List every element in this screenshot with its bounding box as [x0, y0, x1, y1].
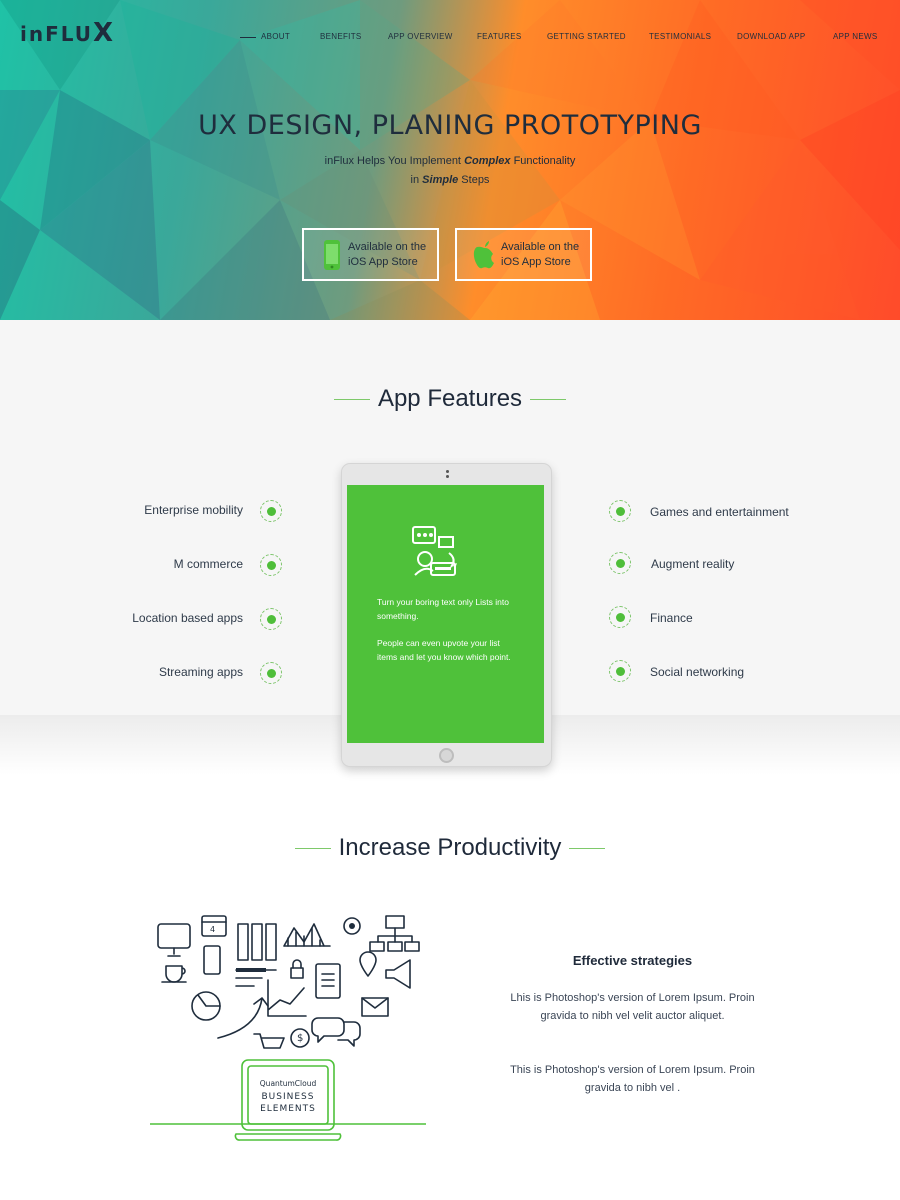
feature-location-based-apps: Location based apps	[132, 611, 243, 625]
tablet-mockup: Turn your boring text only Lists into so…	[341, 463, 552, 767]
hero-section: inFLUX ABOUT BENEFITS APP OVERVIEW FEATU…	[0, 0, 900, 320]
app-store-button-1[interactable]: Available on the iOS App Store	[302, 228, 439, 281]
strategy-title: Effective strategies	[572, 953, 693, 968]
store-button-line1: Available on the	[501, 241, 580, 253]
feature-bullet-icon	[609, 606, 631, 628]
clipboard-icon	[315, 963, 341, 999]
nav-item-download-app[interactable]: DOWNLOAD APP	[737, 32, 806, 41]
apple-icon	[473, 241, 494, 269]
chat-icon	[311, 1017, 345, 1043]
illustration-line2: ELEMENTS	[260, 1104, 316, 1114]
features-title: App Features	[0, 385, 900, 413]
feature-bullet-icon	[609, 660, 631, 682]
feature-finance: Finance	[650, 611, 693, 625]
nav-item-benefits[interactable]: BENEFITS	[320, 32, 362, 41]
tablet-home-button	[439, 748, 454, 763]
lock-icon	[290, 967, 304, 979]
illustration-line1: BUSINESS	[262, 1092, 315, 1102]
app-store-button-2[interactable]: Available on the iOS App Store	[455, 228, 592, 281]
title-right-rule	[569, 848, 606, 850]
workflow-icon	[412, 526, 457, 576]
org-chart-icon	[385, 915, 405, 929]
binder-icon	[237, 923, 249, 961]
feature-bullet-icon	[260, 608, 282, 630]
store-button-line2: iOS App Store	[501, 256, 571, 268]
tablet-screen: Turn your boring text only Lists into so…	[347, 485, 544, 743]
growth-chart-icon	[267, 979, 307, 1017]
calendar-day-text: 4	[210, 925, 215, 934]
title-right-rule	[530, 399, 567, 401]
store-button-line1: Available on the	[348, 241, 427, 253]
feature-bullet-icon	[609, 552, 631, 574]
tablet-sensor	[446, 475, 449, 478]
feature-enterprise-mobility: Enterprise mobility	[144, 503, 243, 517]
nav-item-app-overview[interactable]: APP OVERVIEW	[388, 32, 453, 41]
coffee-cup-icon	[165, 965, 186, 983]
dollar-sign: $	[297, 1033, 303, 1044]
feature-streaming-apps: Streaming apps	[158, 665, 243, 679]
tablet-camera	[446, 470, 449, 473]
monitor-icon	[157, 923, 191, 949]
strategy-paragraph-2: This is Photoshop's version of Lorem Ips…	[510, 1064, 755, 1094]
megaphone-icon	[385, 959, 411, 989]
nav-item-testimonials[interactable]: TESTIMONIALS	[649, 32, 711, 41]
strategy-paragraph-1: Lhis is Photoshop's version of Lorem Ips…	[510, 992, 755, 1022]
nav-active-indicator	[240, 37, 256, 38]
feature-augment-reality: Augment reality	[651, 557, 735, 571]
hero-title: UX DESIGN, PLANING PROTOTYPING	[198, 110, 702, 141]
business-elements-illustration: 4 $ QuantumCloud BUSINESS ELEMENTS	[150, 915, 426, 1141]
feature-games-and-entertainment: Games and entertainment	[650, 505, 789, 519]
title-left-rule	[333, 399, 370, 401]
location-pin-icon	[359, 951, 377, 977]
illustration-brand: QuantumCloud	[260, 1079, 317, 1088]
feature-bullet-icon	[260, 554, 282, 576]
feature-social-networking: Social networking	[650, 665, 745, 679]
feature-bullet-icon	[260, 662, 282, 684]
nav-item-features[interactable]: FEATURES	[477, 32, 521, 41]
growth-arrow-icon	[217, 997, 269, 1039]
main-nav: ABOUT BENEFITS APP OVERVIEW FEATURES GET…	[0, 32, 900, 44]
tablet-text-2: People can even upvote your list items a…	[377, 638, 511, 662]
phone-outline-icon	[203, 945, 221, 975]
nav-item-about[interactable]: ABOUT	[261, 32, 290, 41]
store-button-line2: iOS App Store	[348, 256, 418, 268]
feature-bullet-icon	[609, 500, 631, 522]
nav-item-app-news[interactable]: APP NEWS	[833, 32, 878, 41]
tablet-text-1: Turn your boring text only Lists into so…	[377, 597, 509, 621]
title-left-rule	[294, 848, 331, 850]
nav-item-getting-started[interactable]: GETTING STARTED	[547, 32, 626, 41]
productivity-title: Increase Productivity	[0, 834, 900, 862]
shopping-cart-icon	[253, 1033, 285, 1049]
progress-bars-icon	[235, 969, 277, 987]
phone-icon	[324, 240, 340, 270]
chart-icon	[283, 923, 331, 947]
feature-m-commerce: M commerce	[173, 557, 243, 571]
feature-bullet-icon	[260, 500, 282, 522]
hero-subtitle: inFlux Helps You Implement Complex Funct…	[324, 155, 576, 186]
